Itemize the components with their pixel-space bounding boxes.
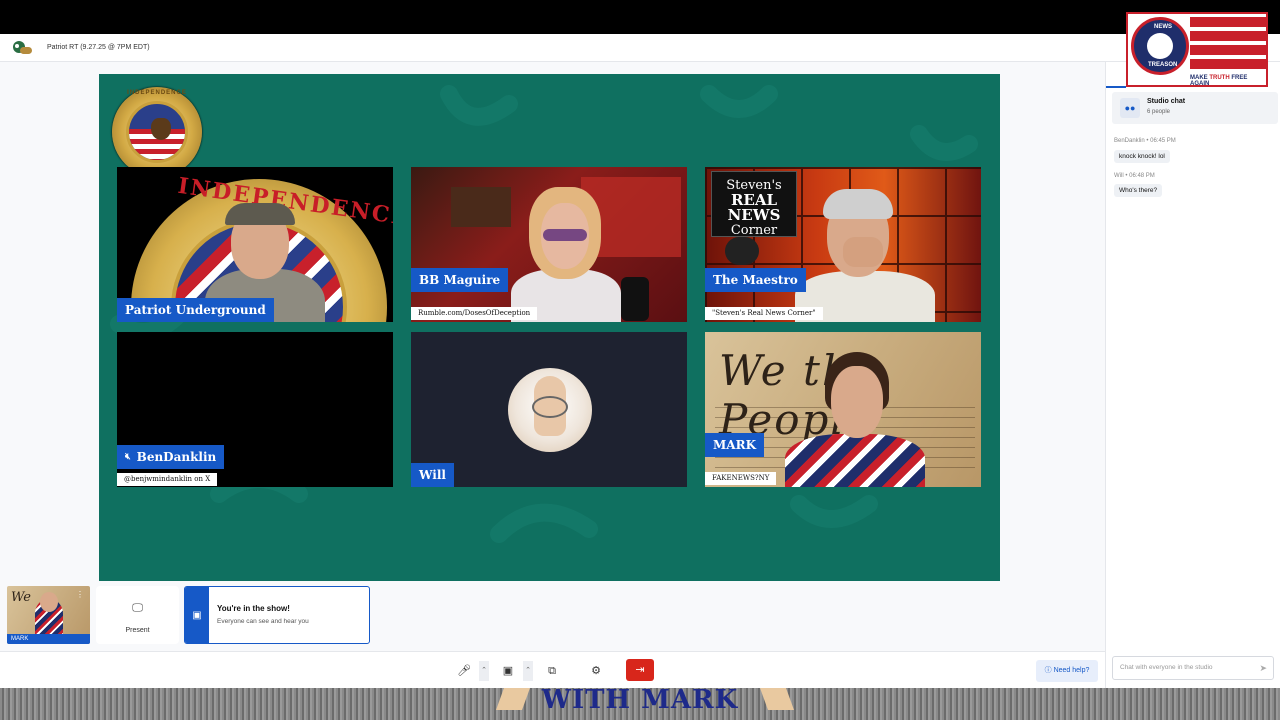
message-author: BenDanklin — [1114, 138, 1145, 144]
participant-tile-bb-maguire[interactable]: BB Maguire Rumble.com/DosesOfDeception — [411, 167, 687, 322]
participant-name: Will — [419, 468, 446, 482]
chat-input-placeholder: Chat with everyone in the studio — [1120, 664, 1213, 671]
independence-badge-logo: INDEPENDENCE — [112, 87, 202, 177]
broadcast-stage: INDEPENDENCE INDEPENDENCE Patriot Underg… — [99, 74, 1000, 581]
stage-background-pattern — [110, 85, 978, 543]
participant-nameplate: MARK — [705, 433, 764, 457]
present-label: Present — [125, 627, 150, 634]
participant-subtitle: FAKENEWS?NY — [705, 472, 777, 485]
session-title: Patriot RT (9.27.25 @ 7PM EDT) — [47, 44, 150, 51]
participant-video — [511, 187, 621, 322]
chat-input[interactable]: Chat with everyone in the studio ➤ — [1112, 656, 1274, 680]
participant-tile-the-maestro[interactable]: Steven's REAL NEWS Corner The Maestro "S… — [705, 167, 981, 322]
camera-icon: ▣ — [502, 665, 514, 677]
camera-button[interactable]: ▣ — [497, 661, 519, 681]
real-news-corner-sign: Steven's REAL NEWS Corner — [711, 171, 797, 238]
message-author: Will — [1114, 173, 1124, 179]
studio-header: Patriot RT (9.27.25 @ 7PM EDT) — [0, 34, 1280, 62]
participant-video — [795, 187, 935, 322]
show-lower-banner: WITH MARK — [0, 685, 1280, 720]
studio-chat-title: Studio chat — [1147, 98, 1186, 105]
participant-avatar — [508, 368, 592, 452]
participant-name: BB Maguire — [419, 273, 501, 287]
participant-tile-bendanklin[interactable]: 🔇︎ BenDanklin @benjwmindanklin on X — [117, 332, 393, 487]
participant-subtitle: @benjwmindanklin on X — [117, 473, 218, 486]
self-preview-thumbnail[interactable]: We ⋮ MARK — [7, 586, 90, 644]
badge-lettering: INDEPENDENCE — [127, 90, 187, 96]
participant-name: Patriot Underground — [125, 303, 266, 317]
participant-subtitle: Rumble.com/DosesOfDeception — [411, 307, 538, 320]
active-tab-indicator — [1106, 86, 1126, 88]
thumbnail-options-icon[interactable]: ⋮ — [76, 590, 84, 599]
participant-name: The Maestro — [713, 273, 798, 287]
banner-text: WITH MARK — [541, 685, 739, 715]
camera-options-chevron-icon[interactable]: ⌃ — [523, 661, 533, 681]
present-button[interactable]: 🖵︎ Present — [96, 586, 179, 644]
participant-subtitle: "Steven's Real News Corner" — [705, 307, 823, 320]
video-top-letterbox — [0, 0, 1280, 34]
gear-icon: ⚙ — [591, 665, 601, 677]
chat-message: knock knock! lol — [1114, 150, 1170, 163]
leave-studio-button[interactable]: ⇥ — [626, 659, 654, 681]
logo-tagline: MAKE TRUTH FREE AGAIN — [1190, 75, 1248, 87]
share-screen-icon: ⧉ — [548, 665, 556, 677]
need-help-button[interactable]: ⓘ Need help? — [1036, 660, 1098, 682]
participant-nameplate: Will — [411, 463, 454, 487]
people-icon: ●● — [1120, 98, 1140, 118]
duck-logo-icon — [11, 39, 33, 57]
self-preview-name: MARK — [7, 634, 90, 644]
studio-chat-panel: ●● Studio chat 6 people BenDanklin • 06:… — [1105, 62, 1280, 688]
participant-name: MARK — [713, 438, 756, 452]
participant-tile-patriot-underground[interactable]: INDEPENDENCE Patriot Underground — [117, 167, 393, 322]
participant-video — [785, 352, 925, 487]
settings-button[interactable]: ⚙ — [585, 661, 607, 681]
microphone-icon: 🎤︎ — [457, 665, 471, 677]
participant-name: BenDanklin — [136, 450, 217, 464]
need-help-label: Need help? — [1053, 667, 1090, 674]
participant-nameplate: 🔇︎ BenDanklin — [117, 445, 225, 469]
microphone-button[interactable]: 🎤︎ — [453, 661, 475, 681]
message-time: 06:45 PM — [1150, 138, 1176, 144]
studio-app: Patriot RT (9.27.25 @ 7PM EDT) INDEPENDE… — [0, 34, 1280, 688]
message-time: 06:48 PM — [1129, 173, 1155, 179]
participant-nameplate: Patriot Underground — [117, 298, 274, 322]
mic-muted-icon: 🔇︎ — [125, 452, 131, 462]
in-show-subtitle: Everyone can see and hear you — [217, 618, 309, 625]
chat-message-meta: BenDanklin • 06:45 PM — [1114, 138, 1176, 144]
news-treason-logo: NEWS TREASON MAKE TRUTH FREE AGAIN — [1126, 12, 1268, 87]
screen-share-icon: 🖵︎ — [132, 602, 143, 614]
on-stage-icon: ▣ — [185, 587, 209, 643]
in-show-title: You're in the show! — [217, 604, 290, 613]
chat-message: Who's there? — [1114, 184, 1163, 197]
control-toolbar: 🎤︎ ⌃ ▣ ⌃ ⧉ ⚙ ⇥ ⓘ Need help? — [0, 651, 1105, 688]
participant-tile-will[interactable]: Will — [411, 332, 687, 487]
participant-tile-mark[interactable]: We the People MARK FAKENEWS?NY — [705, 332, 981, 487]
in-show-notice: ▣ You're in the show! Everyone can see a… — [184, 586, 370, 644]
studio-chat-header: ●● Studio chat 6 people — [1112, 92, 1278, 124]
share-screen-button[interactable]: ⧉ — [541, 661, 563, 681]
participant-nameplate: BB Maguire — [411, 268, 509, 292]
leave-icon: ⇥ — [635, 664, 645, 676]
help-icon: ⓘ — [1044, 667, 1052, 674]
microphone-options-chevron-icon[interactable]: ⌃ — [479, 661, 489, 681]
people-count: 6 people — [1147, 109, 1171, 115]
send-icon[interactable]: ➤ — [1259, 657, 1267, 679]
chat-message-meta: Will • 06:48 PM — [1114, 173, 1155, 179]
participant-nameplate: The Maestro — [705, 268, 806, 292]
